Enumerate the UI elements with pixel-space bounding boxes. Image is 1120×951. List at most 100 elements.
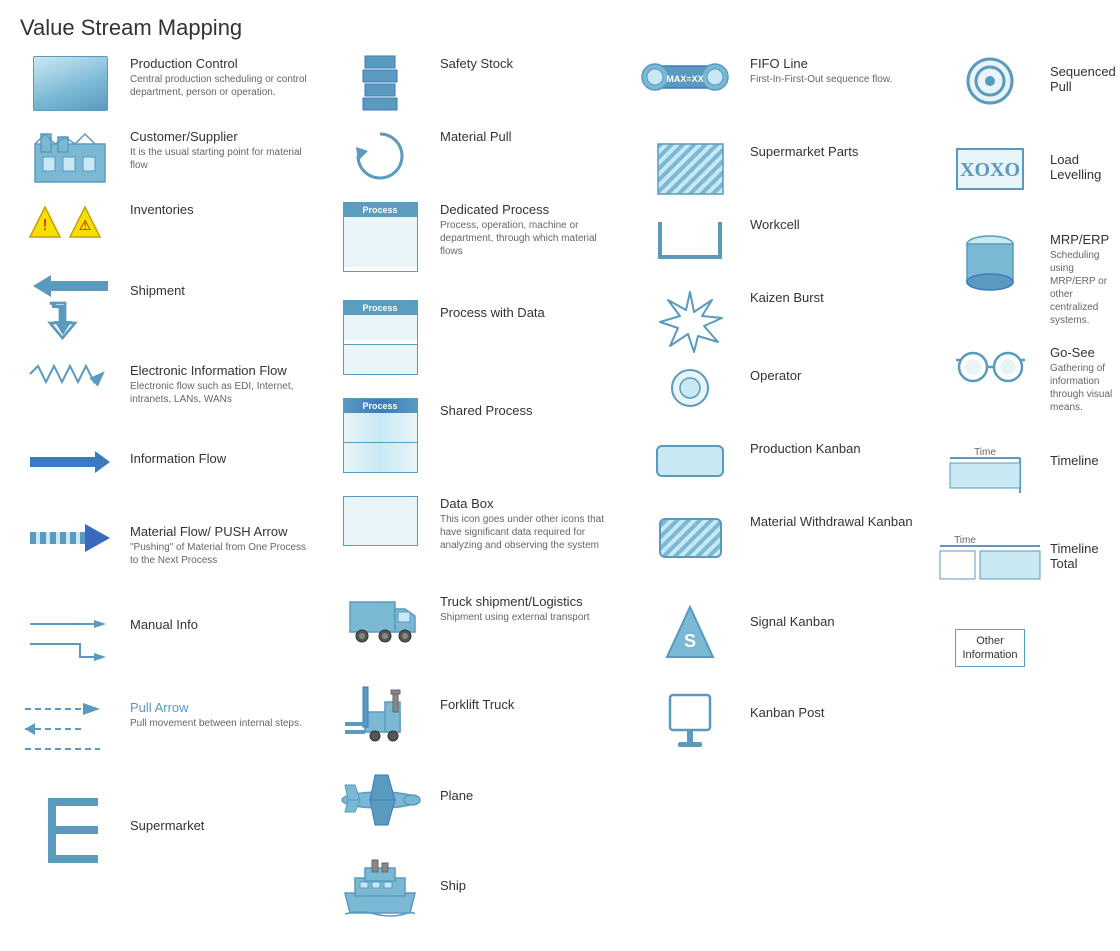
production-control-desc: Central production scheduling or control…: [130, 73, 310, 99]
material-pull-label: Material Pull: [440, 129, 620, 144]
column-4: Sequenced Pull XOXO Load Levelling: [930, 51, 1120, 951]
item-data-box: Data Box This icon goes under other icon…: [330, 496, 620, 576]
ship-icon: [330, 858, 430, 918]
item-information-flow: Information Flow: [20, 451, 310, 506]
item-process-with-data: Process Process with Data: [330, 300, 620, 380]
item-production-kanban: Production Kanban: [640, 441, 920, 496]
svg-text:MAX=XX: MAX=XX: [666, 74, 703, 84]
production-control-icon: [20, 56, 120, 111]
signal-kanban-label: Signal Kanban: [750, 614, 920, 629]
item-material-withdrawal-kanban: Material Withdrawal Kanban: [640, 514, 920, 584]
item-ship: Ship: [330, 858, 620, 928]
mrp-erp-icon: [940, 232, 1040, 292]
signal-kanban-icon: S: [640, 602, 740, 662]
material-withdrawal-kanban-label: Material Withdrawal Kanban: [750, 514, 920, 529]
electronic-info-flow-desc: Electronic flow such as EDI, Internet, i…: [130, 380, 310, 406]
item-timeline: Time Timeline: [940, 443, 1120, 513]
item-plane: Plane: [330, 770, 620, 840]
ship-label: Ship: [440, 878, 620, 893]
manual-info-icon: [20, 612, 120, 662]
production-kanban-icon: [640, 441, 740, 481]
mrp-erp-desc: Scheduling using MRP/ERP or other centra…: [1050, 249, 1120, 327]
truck-shipment-label: Truck shipment/Logistics: [440, 594, 620, 609]
supermarket-parts-icon: [640, 144, 740, 194]
item-fifo-line: MAX=XX FIFO Line First-In-First-Out sequ…: [640, 56, 920, 126]
item-workcell: Workcell: [640, 217, 920, 272]
shipment-icon: [20, 275, 120, 338]
truck-shipment-desc: Shipment using external transport: [440, 611, 620, 624]
load-levelling-label: Load Levelling: [1050, 152, 1120, 182]
item-production-control: Production Control Central production sc…: [20, 56, 310, 111]
dedicated-process-desc: Process, operation, machine or departmen…: [440, 219, 620, 258]
svg-text:S: S: [684, 631, 696, 651]
item-safety-stock: Safety Stock: [330, 56, 620, 111]
item-electronic-info-flow: Electronic Information Flow Electronic f…: [20, 363, 310, 433]
item-pull-arrow: Pull Arrow Pull movement between interna…: [20, 700, 310, 780]
go-see-icon: [940, 345, 1040, 385]
svg-text:XOXO: XOXO: [960, 159, 1020, 181]
item-material-pull: Material Pull: [330, 129, 620, 184]
kaizen-burst-label: Kaizen Burst: [750, 290, 920, 305]
item-forklift-truck: Forklift Truck: [330, 682, 620, 752]
other-info-box: Other Information: [955, 629, 1025, 667]
production-control-label: Production Control: [130, 56, 310, 71]
customer-supplier-label: Customer/Supplier: [130, 129, 310, 144]
customer-supplier-icon: [20, 129, 120, 184]
workcell-icon: [640, 217, 740, 262]
forklift-truck-label: Forklift Truck: [440, 697, 620, 712]
supermarket-label: Supermarket: [130, 818, 310, 833]
dedicated-process-label: Dedicated Process: [440, 202, 620, 217]
mrp-erp-label: MRP/ERP: [1050, 232, 1120, 247]
truck-shipment-icon: [330, 594, 430, 644]
fifo-line-icon: MAX=XX: [640, 56, 740, 106]
plane-label: Plane: [440, 788, 620, 803]
plane-icon: [330, 770, 430, 825]
item-load-levelling: XOXO Load Levelling: [940, 144, 1120, 214]
process-with-data-icon: Process: [330, 300, 430, 375]
go-see-desc: Gathering of information through visual …: [1050, 362, 1120, 414]
go-see-label: Go-See: [1050, 345, 1120, 360]
inventories-label: Inventories: [130, 202, 310, 217]
item-customer-supplier: Customer/Supplier It is the usual starti…: [20, 129, 310, 184]
item-mrp-erp: MRP/ERP Scheduling using MRP/ERP or othe…: [940, 232, 1120, 327]
customer-supplier-desc: It is the usual starting point for mater…: [130, 146, 310, 172]
supermarket-icon: [20, 798, 120, 863]
item-sequenced-pull: Sequenced Pull: [940, 56, 1120, 126]
pull-arrow-label: Pull Arrow: [130, 700, 310, 715]
material-flow-push-label: Material Flow/ PUSH Arrow: [130, 524, 310, 539]
material-flow-push-desc: "Pushing" of Material from One Process t…: [130, 541, 310, 567]
page-title: Value Stream Mapping: [0, 0, 1120, 51]
dedicated-process-icon: Process: [330, 202, 430, 272]
pull-arrow-desc: Pull movement between internal steps.: [130, 717, 310, 730]
shared-process-icon: Process: [330, 398, 430, 473]
information-flow-label: Information Flow: [130, 451, 310, 466]
item-other-information: Other Information: [940, 629, 1120, 699]
main-grid: Production Control Central production sc…: [0, 51, 1120, 951]
sequenced-pull-label: Sequenced Pull: [1050, 64, 1120, 94]
item-go-see: Go-See Gathering of information through …: [940, 345, 1120, 425]
svg-text:!: !: [43, 217, 47, 234]
item-inventories: ! ⚠ Inventories: [20, 202, 310, 257]
process-with-data-label: Process with Data: [440, 305, 620, 320]
fifo-line-label: FIFO Line: [750, 56, 920, 71]
column-3: MAX=XX FIFO Line First-In-First-Out sequ…: [630, 51, 930, 951]
item-material-flow-push: Material Flow/ PUSH Arrow "Pushing" of M…: [20, 524, 310, 594]
item-shared-process: Process Shared Process: [330, 398, 620, 478]
column-2: Safety Stock Material Pull Pro: [320, 51, 630, 951]
supermarket-parts-label: Supermarket Parts: [750, 144, 920, 159]
electronic-info-flow-label: Electronic Information Flow: [130, 363, 310, 378]
item-timeline-total: Time Timeline Total: [940, 531, 1120, 611]
shipment-label: Shipment: [130, 283, 310, 298]
pull-arrow-icon: [20, 700, 120, 758]
item-dedicated-process: Process Dedicated Process Process, opera…: [330, 202, 620, 282]
timeline-label: Timeline: [1050, 453, 1120, 468]
item-supermarket: Supermarket: [20, 798, 310, 878]
timeline-icon: Time: [940, 443, 1040, 498]
sequenced-pull-icon: [940, 56, 1040, 106]
kanban-post-label: Kanban Post: [750, 705, 920, 720]
item-signal-kanban: S Signal Kanban: [640, 602, 920, 672]
data-box-desc: This icon goes under other icons that ha…: [440, 513, 620, 552]
data-box-icon: [330, 496, 430, 546]
kaizen-burst-icon: [640, 290, 740, 350]
operator-label: Operator: [750, 368, 920, 383]
